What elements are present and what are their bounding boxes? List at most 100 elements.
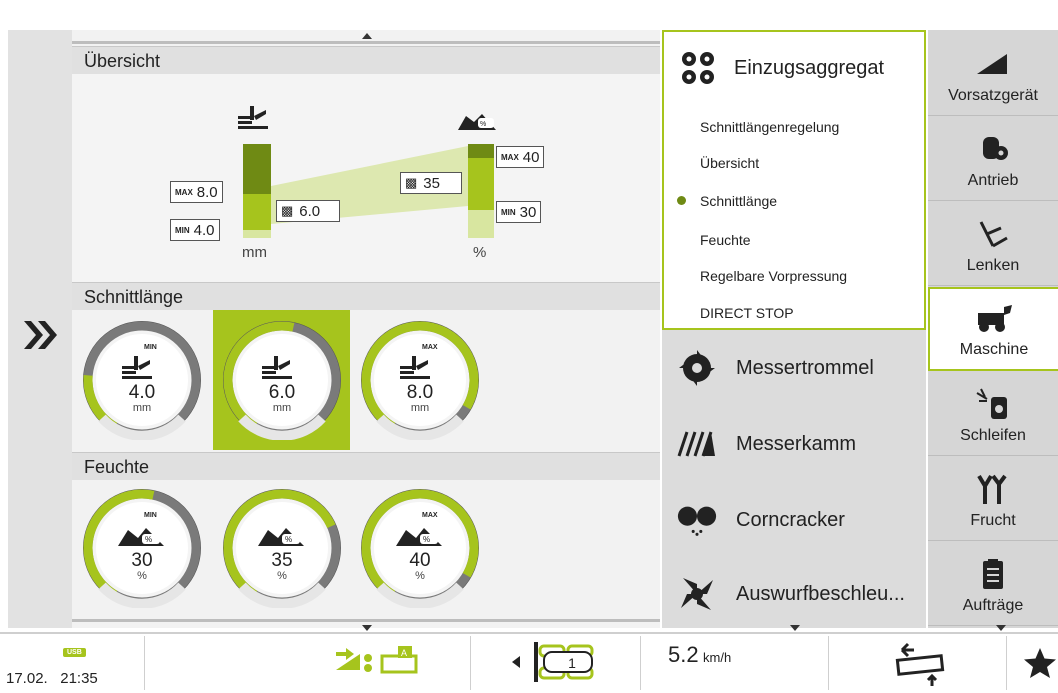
submenu-item[interactable]: Feuchte [700,232,751,248]
moisture-current-value: 35 [423,174,440,192]
menu-item[interactable]: Auswurfbeschleu... [662,556,926,632]
svg-text:A: A [401,648,407,658]
menu-item[interactable]: Corncracker [662,482,926,558]
svg-text:%: % [285,535,292,544]
layers-icon: ▩ [281,203,294,218]
cut-length-bar-upper [243,144,271,194]
svg-text:%: % [423,535,430,544]
submenu-item[interactable]: Schnittlängenregelung [700,119,839,135]
submenu-item[interactable]: Übersicht [700,155,759,171]
cut-length-gauge-unit: mm [410,402,430,414]
cut-length-bar-lower [243,230,271,238]
knife-drum-icon [676,347,718,389]
moisture-gauge[interactable]: % [82,488,202,609]
section-title-moisture: Feuchte [72,452,660,480]
cut-length-min-value: 4.0 [193,221,215,239]
grinding-icon [973,387,1013,421]
date-time: 17.02. 21:35 [6,670,98,687]
svg-text:%: % [145,535,152,544]
menu-scroll-down-arrow[interactable] [790,625,800,631]
tab-antrieb[interactable]: Antrieb [928,117,1058,201]
tab-lenken[interactable]: Lenken [928,202,1058,286]
reverse-fan-icon[interactable] [892,640,948,688]
menu-item-label: Messerkamm [736,432,857,455]
moisture-icon: % [458,114,496,130]
moisture-current-box: ▩ 35 [400,172,462,194]
submenu-item[interactable]: Schnittlänge [700,193,777,209]
expand-panel-button[interactable] [8,300,72,370]
moisture-gauge-value: 30 [131,550,153,571]
moisture-bar-upper [468,144,494,158]
moisture-bar-lower [468,210,494,238]
cut-length-current-value: 6.0 [299,202,321,220]
moisture-gauge[interactable]: % [222,488,342,609]
active-group-header[interactable]: Einzugsaggregat [680,50,884,86]
moisture-gauge-unit: % [277,570,287,582]
scroll-up-arrow[interactable] [362,33,372,39]
tab-aufträge[interactable]: Aufträge [928,542,1058,626]
menu-item[interactable]: Messertrommel [662,330,926,406]
corncracker-icon [676,499,718,541]
cut-length-gauge[interactable] [82,320,202,441]
moisture-gauge-value: 35 [271,550,293,571]
moisture-gauge-unit: % [137,570,147,582]
cut-length-gauge[interactable] [360,320,480,441]
speed-value: 5.2 [668,642,699,667]
moisture-bar-range [468,158,494,210]
cut-length-gauge-tag: MAX [422,344,438,351]
cut-length-min-box: MIN 4.0 [170,219,220,241]
gear-number: 1 [568,655,576,671]
submenu-item[interactable]: DIRECT STOP [700,305,794,321]
moisture-min-value: 30 [519,203,537,221]
knife-comb-icon [676,423,718,465]
usb-label: USB [67,649,82,656]
drive-icon [973,132,1013,166]
tab-label: Schleifen [960,427,1026,444]
moisture-max-value: 40 [522,148,540,166]
divider [1006,636,1007,690]
double-chevron-right-icon [24,321,57,349]
tab-vorsatzgerät[interactable]: Vorsatzgerät [928,32,1058,116]
moisture-gauge[interactable]: % [360,488,480,609]
accelerator-icon [676,573,718,615]
menu-item[interactable]: Messerkamm [662,406,926,482]
min-tag: MIN [175,225,190,235]
cut-length-gauge-value: 6.0 [268,382,296,403]
steering-icon [973,217,1013,251]
section-title-cut-length: Schnittlänge [72,282,660,310]
cut-length-gauge[interactable] [222,320,342,441]
active-group-title: Einzugsaggregat [734,56,885,79]
machine-icon [974,301,1014,335]
gear-selector-icon[interactable] [510,640,600,684]
selected-dot-icon [677,196,686,205]
scroll-down-arrow[interactable] [362,625,372,631]
auto-functions-icon[interactable]: A [332,644,424,676]
scroll-bottom-line [72,619,660,622]
scroll-top-line [72,41,660,44]
tab-frucht[interactable]: Frucht [928,457,1058,541]
cut-length-gauge-dial [83,321,201,441]
tab-schleifen[interactable]: Schleifen [928,372,1058,456]
tabs-scroll-down-arrow[interactable] [996,625,1006,631]
max-tag: MAX [501,152,519,162]
svg-text:%: % [480,121,486,128]
section-title-overview: Übersicht [72,46,660,74]
moisture-gauge-dial: % [83,489,201,609]
moisture-max-box: MAX 40 [496,146,545,168]
moisture-gauge-value: 40 [409,550,431,571]
moisture-gauge-tag: MIN [144,512,157,519]
tab-label: Maschine [959,341,1029,358]
tab-label: Antrieb [967,172,1019,189]
divider [144,636,145,690]
submenu-item[interactable]: Regelbare Vorpressung [700,268,847,284]
usb-badge: USB [63,648,86,657]
cut-length-gauge-dial [361,321,479,441]
moisture-min-box: MIN 30 [496,201,542,223]
favorites-star-icon[interactable] [1022,646,1058,680]
menu-item-label: Messertrommel [736,356,874,379]
tab-maschine[interactable]: Maschine [928,287,1058,371]
cut-length-gauge-dial [223,321,341,441]
cut-length-max-box: MAX 8.0 [170,181,223,203]
speed-unit: km/h [703,650,732,665]
moisture-gauge-dial: % [361,489,479,609]
